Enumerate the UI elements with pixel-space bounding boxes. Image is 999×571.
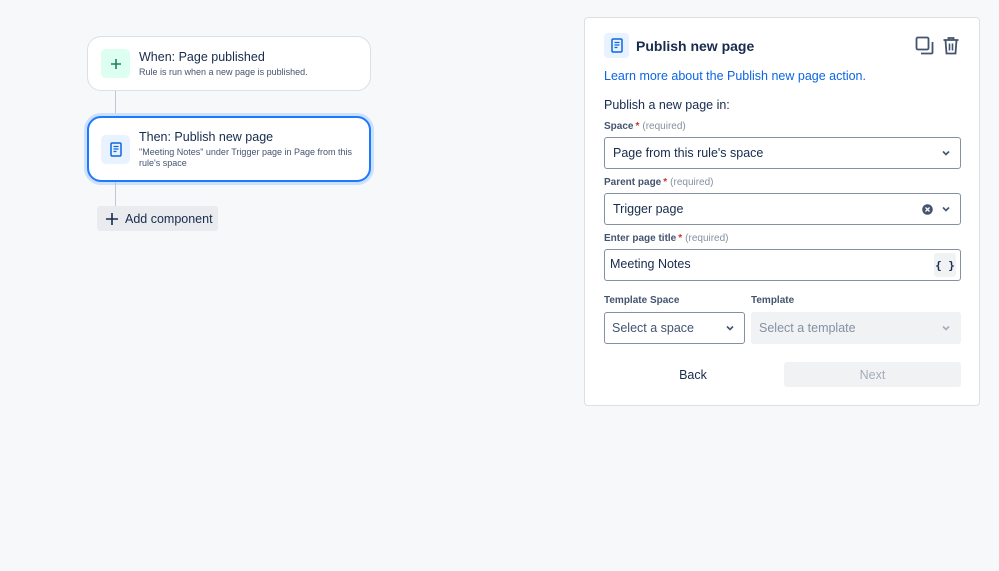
parent-page-select[interactable]: Trigger page (604, 193, 961, 225)
page-title-input[interactable] (610, 257, 920, 271)
smart-value-button[interactable]: { } (934, 253, 956, 277)
template-space-label: Template Space (604, 295, 680, 306)
duplicate-icon[interactable] (915, 36, 934, 55)
connector-line (115, 182, 116, 206)
add-component-label: Add component (125, 211, 213, 226)
panel-header: Publish new page (604, 33, 960, 58)
action-subtitle: "Meeting Notes" under Trigger page in Pa… (139, 146, 353, 168)
required-star: * (635, 121, 640, 132)
connector-line (115, 91, 116, 116)
panel-title: Publish new page (636, 37, 755, 54)
trigger-card[interactable]: When: Page published Rule is run when a … (87, 36, 371, 91)
trigger-title: When: Page published (139, 49, 265, 64)
space-label: Space * (required) (604, 121, 686, 132)
required-note: (required) (685, 233, 729, 244)
page-title-label-text: Enter page title (604, 233, 677, 244)
clear-icon[interactable] (922, 204, 933, 215)
required-star: * (678, 233, 683, 244)
parent-page-label-text: Parent page (604, 177, 662, 188)
trash-icon[interactable] (942, 36, 960, 55)
template-space-select[interactable]: Select a space (604, 312, 745, 344)
chevron-down-icon (940, 203, 952, 215)
chevron-down-icon (940, 147, 952, 159)
space-select-value: Page from this rule's space (613, 146, 764, 160)
template-placeholder: Select a template (759, 321, 856, 335)
trigger-subtitle: Rule is run when a new page is published… (139, 66, 308, 77)
required-star: * (663, 177, 668, 188)
required-note: (required) (642, 121, 686, 132)
action-config-panel: Publish new page Learn more about the Pu… (584, 17, 980, 406)
page-icon (101, 134, 130, 164)
add-component-button[interactable]: Add component (97, 206, 218, 231)
space-label-text: Space (604, 121, 634, 132)
back-button[interactable]: Back (604, 362, 782, 387)
page-icon (604, 33, 629, 58)
parent-page-label: Parent page * (required) (604, 177, 714, 188)
space-select[interactable]: Page from this rule's space (604, 137, 961, 169)
template-space-placeholder: Select a space (612, 321, 694, 335)
next-button: Next (784, 362, 961, 387)
template-select: Select a template (751, 312, 961, 344)
page-title-label: Enter page title * (required) (604, 233, 729, 244)
template-label: Template (751, 295, 795, 306)
section-label: Publish a new page in: (604, 98, 730, 112)
plus-icon (105, 212, 119, 226)
action-card[interactable]: Then: Publish new page "Meeting Notes" u… (87, 116, 371, 182)
required-note: (required) (670, 177, 714, 188)
chevron-down-icon (940, 322, 952, 334)
action-title: Then: Publish new page (139, 129, 274, 144)
plus-icon (101, 49, 130, 78)
page-title-field: { } (604, 249, 961, 281)
learn-more-link[interactable]: Learn more about the Publish new page ac… (604, 69, 866, 83)
parent-page-select-value: Trigger page (613, 202, 684, 216)
chevron-down-icon (724, 322, 736, 334)
